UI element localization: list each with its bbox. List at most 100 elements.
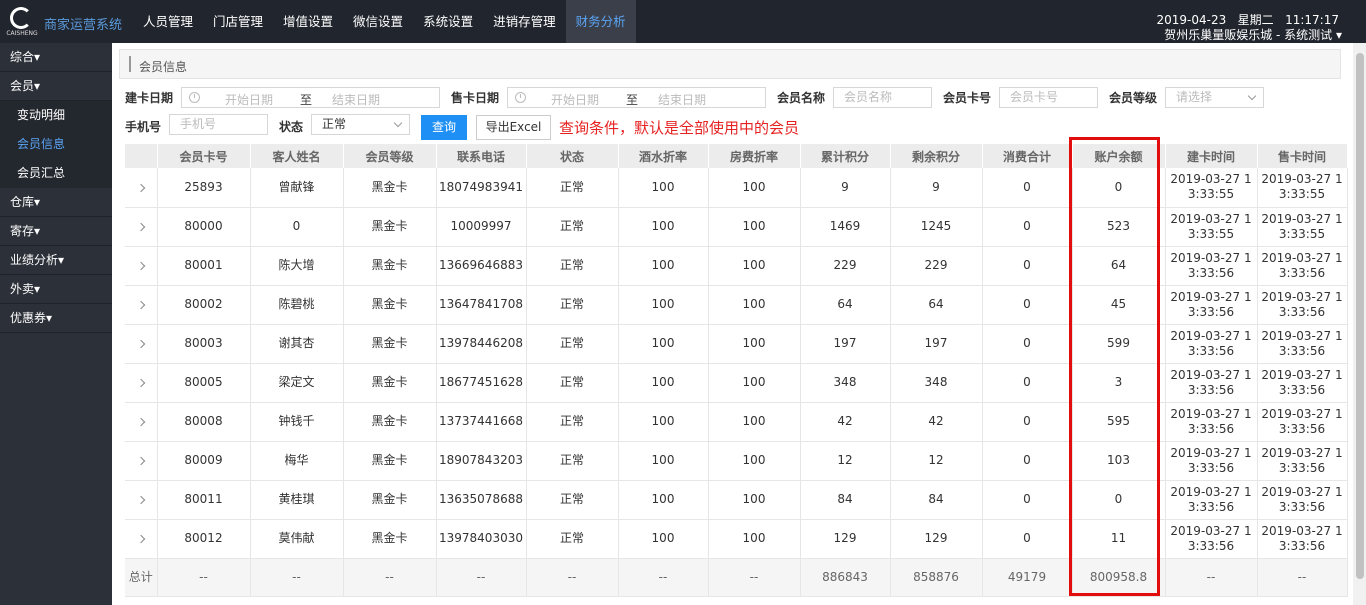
table-row[interactable]: 80012 莫伟献 黑金卡 13978403030 正常 100 100 129 129 0 11 2… bbox=[125, 519, 1348, 559]
sidebar-item-5[interactable]: 仓库▾ bbox=[0, 188, 112, 217]
table-cell: 2019-03-27 13:33:55 bbox=[1165, 168, 1258, 208]
table-cell: 100 bbox=[618, 324, 709, 364]
table-cell: 64 bbox=[890, 285, 983, 325]
table-cell: 100 bbox=[618, 480, 709, 520]
column-header[interactable]: 状态 bbox=[526, 144, 619, 168]
sidebar-item-0[interactable]: 综合▾ bbox=[0, 43, 112, 72]
row-expand[interactable] bbox=[125, 363, 158, 403]
table-row[interactable]: 80005 梁定文 黑金卡 18677451628 正常 100 100 348 348 0 3 20… bbox=[125, 363, 1348, 403]
column-header[interactable]: 房费折率 bbox=[708, 144, 801, 168]
table-row[interactable]: 80000 0 黑金卡 10009997 正常 100 100 1469 1245 0 523 201… bbox=[125, 207, 1348, 247]
table-cell: 梅华 bbox=[250, 441, 344, 481]
table-cell: 黑金卡 bbox=[343, 246, 437, 286]
sidebar-item-1[interactable]: 会员▾ bbox=[0, 72, 112, 101]
sidebar-item-2[interactable]: 变动明细 bbox=[0, 101, 112, 130]
build-date-end[interactable]: 结束日期 bbox=[332, 91, 380, 108]
row-expand[interactable] bbox=[125, 324, 158, 364]
table-cell: 84 bbox=[890, 480, 983, 520]
sale-date-start[interactable]: 开始日期 bbox=[551, 91, 599, 108]
total-cell: 886843 bbox=[800, 558, 891, 597]
table-cell: 黑金卡 bbox=[343, 480, 437, 520]
row-expand[interactable] bbox=[125, 402, 158, 442]
phone-input[interactable]: 手机号 bbox=[169, 114, 268, 135]
nav-item-1[interactable]: 门店管理 bbox=[203, 0, 273, 43]
table-cell: 正常 bbox=[526, 324, 619, 364]
card-no-input[interactable]: 会员卡号 bbox=[999, 87, 1098, 108]
sidebar-item-6[interactable]: 寄存▾ bbox=[0, 217, 112, 246]
table-cell: 2019-03-27 13:33:56 bbox=[1165, 441, 1258, 481]
row-expand[interactable] bbox=[125, 441, 158, 481]
build-date-range[interactable]: 开始日期 至 结束日期 bbox=[181, 87, 440, 108]
table-cell: 100 bbox=[708, 480, 801, 520]
sale-date-range[interactable]: 开始日期 至 结束日期 bbox=[507, 87, 766, 108]
nav-item-3[interactable]: 微信设置 bbox=[343, 0, 413, 43]
table-cell: 正常 bbox=[526, 402, 619, 442]
column-header[interactable]: 账户余额 bbox=[1072, 144, 1166, 168]
logo[interactable]: CAISHENG bbox=[6, 6, 38, 38]
column-header[interactable]: 建卡时间 bbox=[1165, 144, 1258, 168]
table-cell: 2019-03-27 13:33:56 bbox=[1257, 519, 1348, 559]
table-row[interactable]: 80002 陈碧桃 黑金卡 13647841708 正常 100 100 64 64 0 45 201… bbox=[125, 285, 1348, 325]
column-header[interactable]: 客人姓名 bbox=[250, 144, 344, 168]
column-header[interactable]: 累计积分 bbox=[800, 144, 891, 168]
column-header[interactable]: 会员卡号 bbox=[157, 144, 251, 168]
build-date-start[interactable]: 开始日期 bbox=[225, 91, 273, 108]
total-cell: -- bbox=[436, 558, 527, 597]
column-header[interactable]: 联系电话 bbox=[436, 144, 527, 168]
level-select[interactable]: 请选择 bbox=[1165, 87, 1264, 108]
table-row[interactable]: 80011 黄桂琪 黑金卡 13635078688 正常 100 100 84 84 0 0 2019… bbox=[125, 480, 1348, 520]
export-excel-button[interactable]: 导出Excel bbox=[476, 115, 551, 140]
table-cell: 100 bbox=[618, 207, 709, 247]
nav-item-0[interactable]: 人员管理 bbox=[133, 0, 203, 43]
row-expand[interactable] bbox=[125, 480, 158, 520]
status-select[interactable]: 正常 bbox=[311, 114, 410, 135]
nav-item-2[interactable]: 增值设置 bbox=[273, 0, 343, 43]
table-cell: 13635078688 bbox=[436, 480, 527, 520]
table-row[interactable]: 80008 钟钱千 黑金卡 13737441668 正常 100 100 42 42 0 595 20… bbox=[125, 402, 1348, 442]
sidebar-item-4[interactable]: 会员汇总 bbox=[0, 159, 112, 188]
scrollbar[interactable] bbox=[1353, 43, 1366, 605]
sidebar-item-9[interactable]: 优惠券▾ bbox=[0, 304, 112, 333]
table-cell: 2019-03-27 13:33:56 bbox=[1257, 441, 1348, 481]
table-cell: 正常 bbox=[526, 441, 619, 481]
table-row[interactable]: 80009 梅华 黑金卡 18907843203 正常 100 100 12 12 0 103 201… bbox=[125, 441, 1348, 481]
table-row[interactable]: 80001 陈大增 黑金卡 13669646883 正常 100 100 229 229 0 64 2… bbox=[125, 246, 1348, 286]
table-cell: 2019-03-27 13:33:56 bbox=[1257, 363, 1348, 403]
table-cell: 0 bbox=[982, 402, 1073, 442]
nav-item-5[interactable]: 进销存管理 bbox=[483, 0, 566, 43]
table-cell: 45 bbox=[1072, 285, 1166, 325]
row-expand[interactable] bbox=[125, 168, 158, 208]
column-header[interactable]: 剩余积分 bbox=[890, 144, 983, 168]
total-cell: -- bbox=[250, 558, 344, 597]
total-cell: 49179 bbox=[982, 558, 1073, 597]
column-header[interactable]: 酒水折率 bbox=[618, 144, 709, 168]
column-header[interactable] bbox=[125, 144, 158, 168]
nav-item-6[interactable]: 财务分析 bbox=[565, 0, 636, 43]
store-selector[interactable]: 贺州乐巢量贩娱乐城 - 系统测试 ▾ bbox=[1164, 26, 1342, 43]
table-cell: 100 bbox=[618, 285, 709, 325]
row-expand[interactable] bbox=[125, 207, 158, 247]
sale-date-end[interactable]: 结束日期 bbox=[658, 91, 706, 108]
sidebar-item-8[interactable]: 外卖▾ bbox=[0, 275, 112, 304]
scrollbar-thumb[interactable] bbox=[1356, 53, 1364, 579]
chevron-right-icon bbox=[136, 261, 145, 271]
nav-item-4[interactable]: 系统设置 bbox=[413, 0, 483, 43]
member-name-input[interactable]: 会员名称 bbox=[833, 87, 932, 108]
table-cell: 2019-03-27 13:33:55 bbox=[1165, 207, 1258, 247]
row-expand[interactable] bbox=[125, 519, 158, 559]
column-header[interactable]: 会员等级 bbox=[343, 144, 437, 168]
sale-date-sep: 至 bbox=[626, 93, 639, 107]
row-expand[interactable] bbox=[125, 246, 158, 286]
level-label: 会员等级 bbox=[1109, 91, 1158, 105]
column-header[interactable]: 售卡时间 bbox=[1257, 144, 1348, 168]
sidebar-item-7[interactable]: 业绩分析▾ bbox=[0, 246, 112, 275]
column-header[interactable]: 消费合计 bbox=[982, 144, 1073, 168]
sidebar-item-3[interactable]: 会员信息 bbox=[0, 130, 112, 159]
table-row[interactable]: 25893 曾献锋 黑金卡 18074983941 正常 100 100 9 9 0 0 2019-0… bbox=[125, 168, 1348, 208]
table-cell: 595 bbox=[1072, 402, 1166, 442]
row-expand[interactable] bbox=[125, 285, 158, 325]
query-button[interactable]: 查询 bbox=[421, 115, 467, 140]
table-cell: 黑金卡 bbox=[343, 363, 437, 403]
table-cell: 黑金卡 bbox=[343, 441, 437, 481]
table-row[interactable]: 80003 谢其杏 黑金卡 13978446208 正常 100 100 197 197 0 599… bbox=[125, 324, 1348, 364]
